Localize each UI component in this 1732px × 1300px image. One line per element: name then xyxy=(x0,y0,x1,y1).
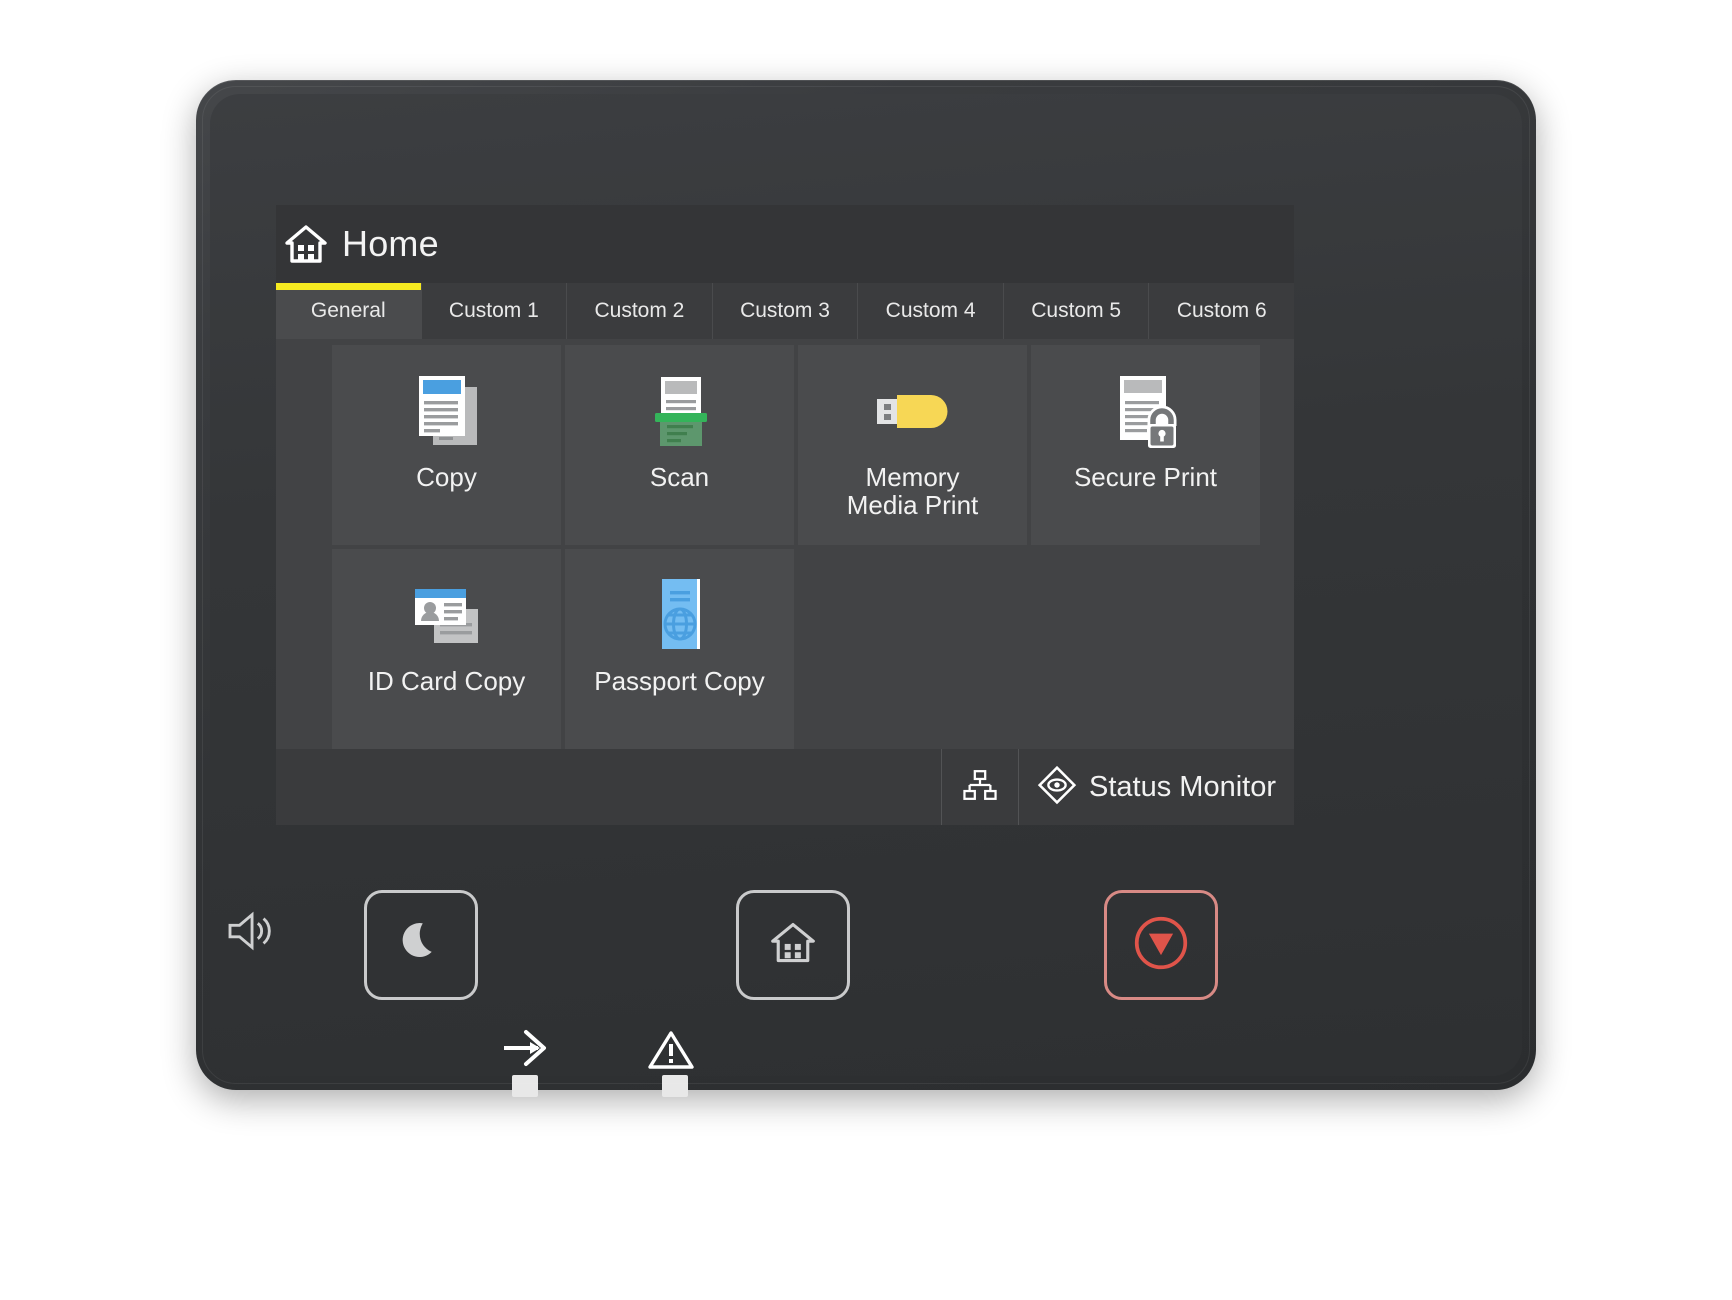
copy-documents-icon xyxy=(399,363,495,459)
touchscreen[interactable]: Home General Custom 1 Custom 2 Custom 3 … xyxy=(276,205,1294,825)
panel-notch-left xyxy=(512,1075,538,1097)
status-monitor-button[interactable]: Status Monitor xyxy=(1019,749,1294,825)
status-bar-spacer xyxy=(276,749,943,825)
function-tile-area: Copy Scan Memory Media Print Secure Prin… xyxy=(276,339,1294,749)
tab-custom-2[interactable]: Custom 2 xyxy=(567,283,713,339)
tile-label: Passport Copy xyxy=(594,666,765,696)
stop-circle-icon xyxy=(1133,915,1189,976)
home-button[interactable] xyxy=(736,890,850,1000)
indicator-row xyxy=(196,1025,1536,1097)
home-icon xyxy=(284,222,328,266)
tile-label: Memory Media Print xyxy=(847,463,979,519)
tile-label-line2: Media Print xyxy=(846,490,979,521)
tile-label: Copy xyxy=(416,462,477,492)
page-title: Home xyxy=(342,223,439,264)
tab-custom-6[interactable]: Custom 6 xyxy=(1149,283,1294,339)
panel-notch-right xyxy=(662,1075,688,1097)
status-monitor-label: Status Monitor xyxy=(1089,770,1276,803)
tab-bar[interactable]: General Custom 1 Custom 2 Custom 3 Custo… xyxy=(276,283,1294,339)
tab-custom-4[interactable]: Custom 4 xyxy=(858,283,1004,339)
home-icon xyxy=(769,919,817,972)
tab-label: General xyxy=(310,299,386,322)
scanner-icon xyxy=(632,363,728,459)
tab-label: Custom 2 xyxy=(594,299,685,322)
hardware-button-row xyxy=(196,880,1536,1010)
tab-custom-3[interactable]: Custom 3 xyxy=(712,283,859,339)
tab-general[interactable]: General xyxy=(276,283,422,339)
document-lock-icon xyxy=(1098,363,1194,459)
tile-label: Secure Print xyxy=(1073,462,1218,492)
moon-icon xyxy=(396,918,446,973)
tile-label: ID Card Copy xyxy=(367,666,526,696)
tab-label: Custom 4 xyxy=(885,299,976,322)
screen-header: Home xyxy=(276,205,1294,283)
tab-custom-1[interactable]: Custom 1 xyxy=(421,283,568,339)
usb-drive-icon xyxy=(865,363,961,459)
tile-secure-print[interactable]: Secure Print xyxy=(1031,345,1260,545)
stop-button[interactable] xyxy=(1104,890,1218,1000)
tile-passport-copy[interactable]: Passport Copy xyxy=(565,549,794,749)
tab-custom-5[interactable]: Custom 5 xyxy=(1003,283,1150,339)
tile-empty-slot xyxy=(798,549,1027,749)
tab-label: Custom 1 xyxy=(448,299,539,322)
data-arrow-icon xyxy=(496,1025,556,1076)
tile-label: Scan xyxy=(649,462,710,492)
printer-control-panel: Home General Custom 1 Custom 2 Custom 3 … xyxy=(196,80,1536,1097)
status-bar: Status Monitor xyxy=(276,749,1294,825)
warning-triangle-icon xyxy=(646,1027,696,1078)
tile-memory-media-print[interactable]: Memory Media Print xyxy=(798,345,1027,545)
tile-label-line1: Memory xyxy=(865,462,960,492)
sleep-button[interactable] xyxy=(364,890,478,1000)
tab-label: Custom 6 xyxy=(1176,299,1267,322)
function-tile-grid: Copy Scan Memory Media Print Secure Prin… xyxy=(332,345,1280,749)
network-lan-button[interactable] xyxy=(942,749,1020,825)
tile-copy[interactable]: Copy xyxy=(332,345,561,545)
tab-label: Custom 5 xyxy=(1031,299,1122,322)
tile-id-card-copy[interactable]: ID Card Copy xyxy=(332,549,561,749)
passport-globe-icon xyxy=(632,567,728,663)
tile-empty-slot xyxy=(1031,549,1260,749)
tab-label: Custom 3 xyxy=(740,299,830,322)
eye-diamond-icon xyxy=(1037,765,1077,810)
id-card-icon xyxy=(399,567,495,663)
speaker-volume-icon xyxy=(224,908,282,959)
tile-scan[interactable]: Scan xyxy=(565,345,794,545)
network-lan-icon xyxy=(961,766,999,809)
